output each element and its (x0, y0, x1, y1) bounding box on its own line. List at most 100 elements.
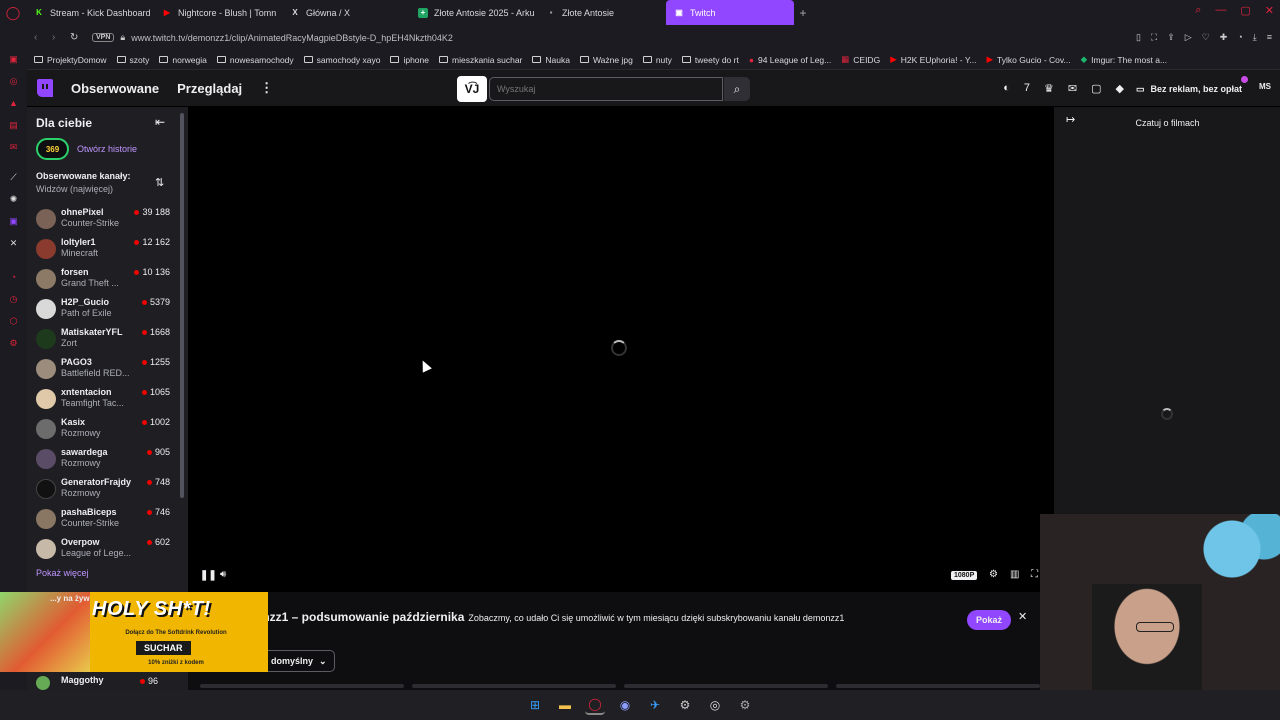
bookmark-ceidg[interactable]: ▦ CEIDG (841, 54, 880, 65)
bookmark-folder[interactable]: samochody xayo (303, 55, 380, 65)
obs-icon[interactable]: ◎ (705, 695, 725, 715)
openai-icon[interactable]: ✺ (8, 194, 19, 205)
history-icon[interactable]: ◔ (8, 272, 19, 283)
bookmark-gucio[interactable]: ▶ Tylko Gucio - Cov... (987, 54, 1071, 65)
bookmark-folder[interactable]: szoty (116, 55, 149, 65)
channel-item[interactable]: loltyler1 Minecraft 12 162 (27, 235, 185, 265)
browser-tab-kick[interactable]: K Stream - Kick Dashboard (26, 0, 154, 25)
search-tabs-icon[interactable]: ⌕ (1195, 4, 1201, 17)
thumbnail[interactable] (836, 684, 1040, 688)
home-icon[interactable]: ▣ (8, 54, 19, 65)
mail-icon[interactable]: ✉ (8, 142, 19, 153)
messenger-icon[interactable]: ✈ (645, 695, 665, 715)
prime-crown-icon[interactable]: ♛ (1044, 82, 1054, 95)
bookmark-folder[interactable]: iphone (390, 55, 429, 65)
thumbnail[interactable] (624, 684, 828, 688)
play-icon[interactable]: ▷ (1185, 32, 1192, 43)
minimize-icon[interactable]: — (1215, 4, 1226, 17)
browser-tab-twitch[interactable]: ▣ Twitch (666, 0, 794, 25)
bookmark-icon[interactable]: ▯ (1136, 32, 1141, 43)
heart-icon[interactable]: ♡ (1202, 32, 1210, 43)
channel-item[interactable]: pashaBiceps Counter-Strike 746 (27, 505, 185, 535)
search-icon[interactable]: ⌕ (724, 77, 750, 101)
bookmark-h2k[interactable]: ▶ H2K EUphoria! - Y... (890, 54, 976, 65)
channel-item[interactable]: sawardega Rozmowy 905 (27, 445, 185, 475)
ad-free-button[interactable]: ▭ Bez reklam, bez opłat (1136, 80, 1242, 98)
profile-icon[interactable]: ◔ (1237, 32, 1242, 43)
bits-icon[interactable]: ◆ (1116, 82, 1124, 95)
bookmark-folder[interactable]: ProjektyDomow (34, 55, 107, 65)
show-recap-button[interactable]: Pokaż (967, 610, 1012, 630)
settings-icon[interactable]: ⚙ (8, 338, 19, 349)
cube-icon[interactable]: ⬡ (8, 316, 19, 327)
inbox-icon[interactable]: ✉ (1068, 82, 1077, 95)
nav-following[interactable]: Obserwowane (71, 81, 159, 96)
snapshot-icon[interactable]: ⛶ (1151, 32, 1157, 43)
thumbnail[interactable] (412, 684, 616, 688)
steam-icon[interactable]: ⚙ (675, 695, 695, 715)
search-input[interactable] (489, 77, 723, 101)
quality-badge[interactable]: 1080P (951, 571, 978, 580)
more-icon[interactable]: ⋮ (260, 80, 273, 96)
channel-item[interactable]: Maggothy 96 (27, 674, 188, 690)
twitch-logo-icon[interactable] (37, 79, 53, 97)
browser-tab-x[interactable]: X Główna / X (282, 0, 410, 25)
browser-tab-youtube[interactable]: ▶ Nightcore - Blush | Tomn (154, 0, 282, 25)
new-tab-button[interactable]: + (794, 6, 812, 20)
reload-icon[interactable]: ↻ (70, 32, 88, 43)
channel-item[interactable]: xntentacion Teamfight Tac... 1065 (27, 385, 185, 415)
history-link[interactable]: Otwórz historie (77, 144, 137, 154)
channel-item[interactable]: H2P_Gucio Path of Exile 5379 (27, 295, 185, 325)
discord-icon[interactable]: ◉ (615, 695, 635, 715)
extension-icon[interactable]: V͡J (457, 76, 487, 102)
bookmark-folder[interactable]: nowesamochody (216, 55, 294, 65)
channel-item[interactable]: GeneratorFrajdy Rozmowy 748 (27, 475, 185, 505)
twitch-icon[interactable]: ▣ (8, 216, 19, 227)
settings-icon[interactable]: ⚙ (735, 695, 755, 715)
menu-icon[interactable]: ≡ (1267, 32, 1272, 43)
close-icon[interactable]: ✕ (1018, 610, 1027, 623)
channel-item[interactable]: ohnePixel Counter-Strike 39 188 (27, 205, 185, 235)
video-player[interactable]: ❚❚ 🔊︎ 1080P ⚙ ▥ ⛶ (188, 107, 1053, 592)
expand-chat-icon[interactable]: ↦ (1066, 113, 1075, 126)
ai-icon[interactable]: ◎ (8, 76, 19, 87)
channel-item[interactable]: MatiskaterYFL Zort 1668 (27, 325, 185, 355)
clock-icon[interactable]: ◷ (8, 294, 19, 305)
bookmark-imgur[interactable]: ◆ Imgur: The most a... (1081, 54, 1167, 65)
nav-browse[interactable]: Przeglądaj (177, 81, 242, 96)
bookmark-folder[interactable]: norwegia (159, 55, 207, 65)
pause-icon[interactable]: ❚❚ (200, 570, 217, 581)
bag-icon[interactable]: ▲ (8, 98, 19, 109)
channel-item[interactable]: forsen Grand Theft ... 10 136 (27, 265, 185, 295)
settings-icon[interactable]: ⚙ (989, 569, 998, 580)
extensions-icon[interactable]: ✚ (1220, 32, 1228, 43)
sort-icon[interactable]: ⇅ (155, 176, 164, 189)
seventv-icon[interactable]: 7 (1024, 82, 1030, 95)
fullscreen-icon[interactable]: ⛶ (1031, 569, 1038, 580)
bookmark-folder[interactable]: Nauka (532, 55, 570, 65)
browser-tab-zlote-antosie[interactable]: ▪ Złote Antosie (538, 0, 666, 25)
bookmark-folder[interactable]: nuty (642, 55, 672, 65)
show-more-link[interactable]: Pokaż więcej (36, 568, 89, 578)
opera-menu-icon[interactable]: ◯ (0, 0, 26, 25)
bookmark-folder[interactable]: Ważne jpg (579, 55, 633, 65)
avatar[interactable]: MS (1259, 82, 1271, 91)
arrow-icon[interactable]: ⟋ (8, 172, 19, 183)
sync-icon[interactable]: ◐ (1003, 82, 1010, 95)
close-window-icon[interactable]: ✕ (1265, 4, 1274, 17)
url-field[interactable]: www.twitch.tv/demonzz1/clip/AnimatedRacy… (131, 33, 453, 43)
whispers-icon[interactable]: ▢ (1091, 82, 1101, 95)
share-icon[interactable]: ⇪ (1167, 32, 1175, 43)
theatre-mode-icon[interactable]: ▥ (1010, 569, 1019, 580)
file-explorer-icon[interactable]: ▬ (555, 695, 575, 715)
bookmark-lol[interactable]: ● 94 League of Leg... (749, 55, 831, 65)
thumbnail[interactable] (200, 684, 404, 688)
maximize-icon[interactable]: ▢ (1240, 4, 1250, 17)
download-icon[interactable]: ⤓ (1253, 32, 1257, 43)
sponsor-ad-overlay[interactable]: HOLY SH*T! Dołącz do The Softdrink Revol… (0, 592, 268, 672)
opera-icon[interactable]: ◯ (585, 695, 605, 715)
channel-item[interactable]: Overpow League of Lege... 602 (27, 535, 185, 565)
x-icon[interactable]: ✕ (8, 238, 19, 249)
vpn-badge[interactable]: VPN (92, 33, 115, 42)
messenger-icon[interactable]: ▤ (8, 120, 19, 131)
